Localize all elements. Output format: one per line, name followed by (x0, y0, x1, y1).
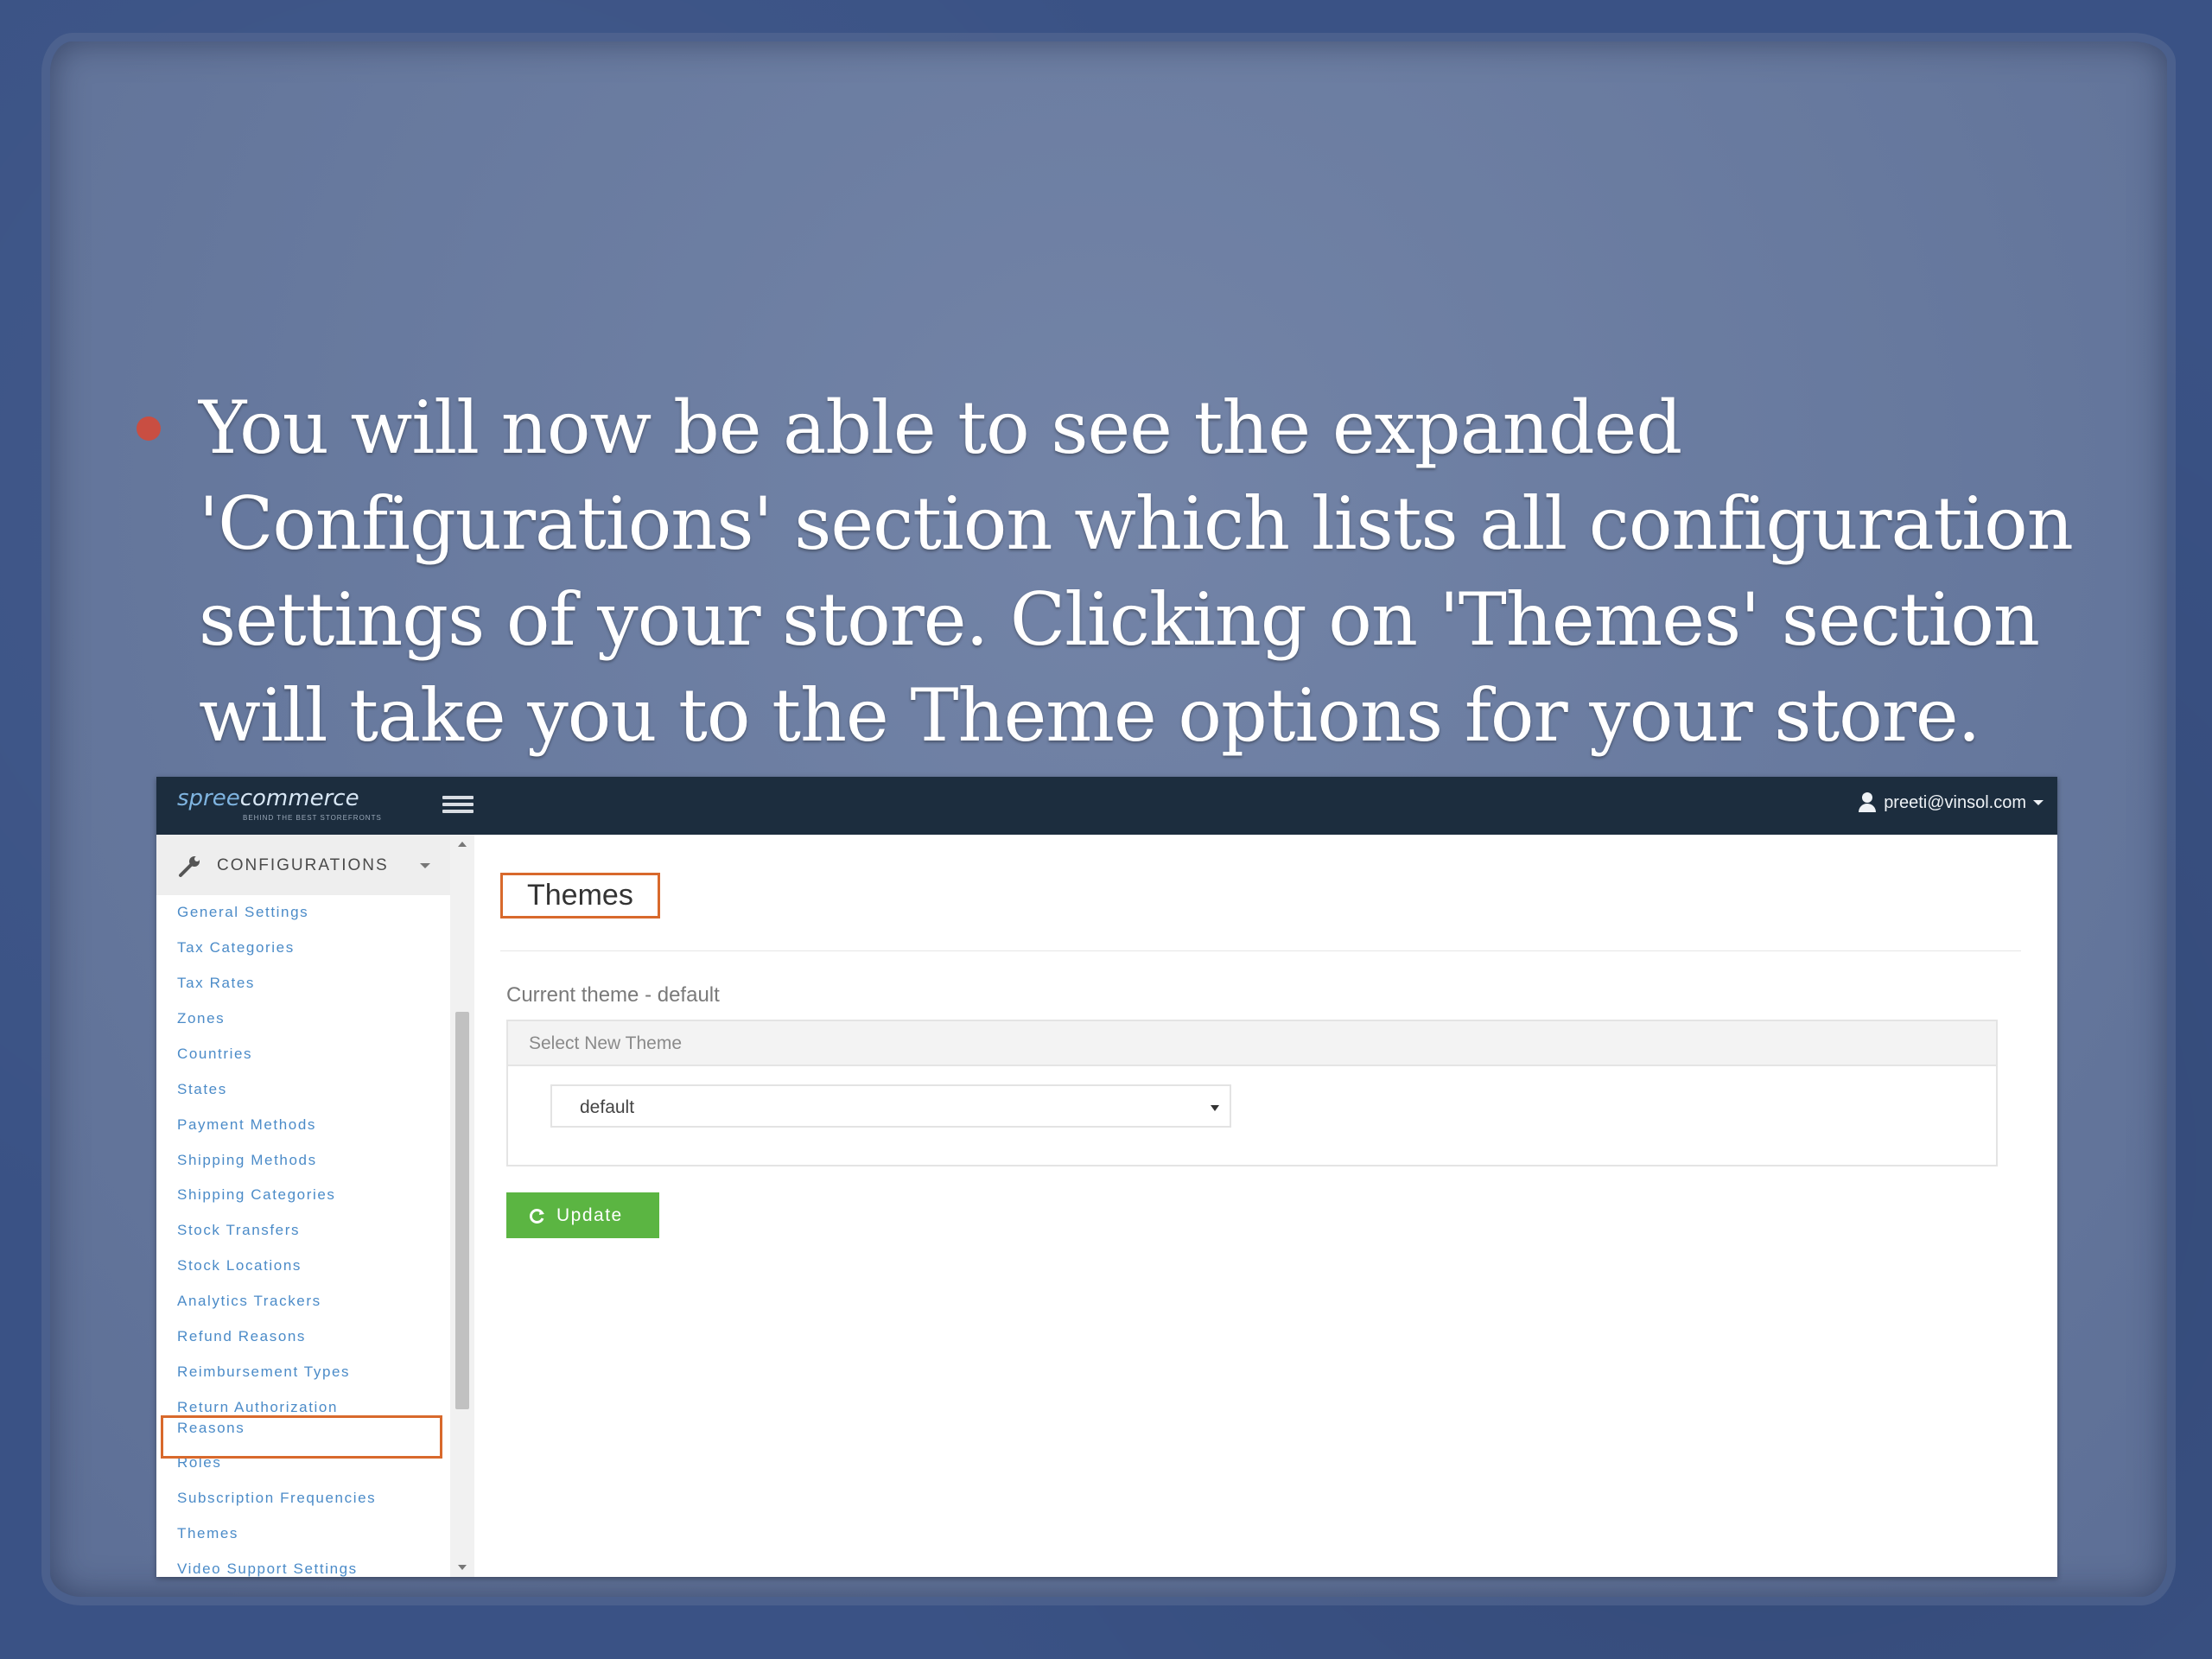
sidebar-scrollbar[interactable] (450, 835, 474, 1577)
sidebar-item-themes[interactable]: Themes (177, 1523, 238, 1544)
scroll-thumb[interactable] (455, 1012, 469, 1409)
refresh-icon (529, 1208, 544, 1224)
sidebar-item-states[interactable]: States (177, 1079, 227, 1100)
sidebar: CONFIGURATIONS General Settings Tax Cate… (156, 835, 450, 1577)
page-title: Themes (500, 873, 660, 918)
sidebar-item-payment-methods[interactable]: Payment Methods (177, 1115, 316, 1135)
sidebar-item-stock-transfers[interactable]: Stock Transfers (177, 1220, 300, 1241)
sidebar-item-countries[interactable]: Countries (177, 1044, 252, 1065)
sidebar-item-refund-reasons[interactable]: Refund Reasons (177, 1326, 306, 1347)
update-button[interactable]: Update (506, 1192, 659, 1238)
panel-heading: Select New Theme (508, 1021, 1996, 1066)
menu-toggle-icon[interactable] (442, 792, 474, 818)
chevron-down-icon (1211, 1105, 1219, 1111)
chevron-down-icon (420, 863, 430, 868)
sidebar-item-shipping-methods[interactable]: Shipping Methods (177, 1150, 317, 1171)
current-theme-label: Current theme - default (506, 983, 720, 1007)
user-email: preeti@vinsol.com (1884, 792, 2026, 812)
sidebar-item-reimbursement-types[interactable]: Reimbursement Types (177, 1362, 350, 1382)
sidebar-item-analytics-trackers[interactable]: Analytics Trackers (177, 1291, 321, 1312)
logo-part-commerce: commerce (239, 785, 359, 811)
logo-tagline: BEHIND THE BEST STOREFRONTS (243, 814, 382, 822)
sidebar-item-stock-locations[interactable]: Stock Locations (177, 1255, 302, 1276)
spree-logo[interactable]: spreecommerce (177, 785, 359, 811)
themes-highlight-box (161, 1415, 442, 1459)
user-icon (1858, 792, 1877, 813)
theme-select-panel: Select New Theme default (506, 1020, 1998, 1166)
main-content: Themes Current theme - default Select Ne… (474, 835, 2057, 1577)
sidebar-section-title: CONFIGURATIONS (217, 856, 389, 874)
theme-select[interactable]: default (550, 1084, 1231, 1128)
sidebar-item-zones[interactable]: Zones (177, 1008, 225, 1029)
theme-select-value: default (580, 1097, 635, 1117)
sidebar-item-shipping-categories[interactable]: Shipping Categories (177, 1185, 336, 1205)
bullet-icon (137, 416, 161, 441)
top-navbar: spreecommerce BEHIND THE BEST STOREFRONT… (156, 777, 2057, 835)
title-divider (500, 950, 2021, 951)
sidebar-section-configurations[interactable]: CONFIGURATIONS (156, 835, 450, 895)
sidebar-item-subscription-frequencies[interactable]: Subscription Frequencies (177, 1488, 376, 1509)
sidebar-item-general-settings[interactable]: General Settings (177, 902, 308, 923)
sidebar-item-tax-rates[interactable]: Tax Rates (177, 973, 255, 994)
scroll-down-icon[interactable] (458, 1565, 467, 1570)
update-button-label: Update (556, 1205, 623, 1225)
sidebar-item-tax-categories[interactable]: Tax Categories (177, 938, 295, 958)
admin-screenshot: spreecommerce BEHIND THE BEST STOREFRONT… (156, 777, 2057, 1577)
sidebar-item-video-support-settings[interactable]: Video Support Settings (177, 1559, 358, 1577)
slide-bullet-text: You will now be able to see the expanded… (199, 385, 2074, 758)
scroll-up-icon[interactable] (458, 842, 467, 847)
user-menu-dropdown[interactable]: preeti@vinsol.com (1858, 792, 2044, 813)
panel-heading-label: Select New Theme (529, 1033, 683, 1053)
logo-part-spree: spree (177, 785, 240, 811)
chevron-down-icon (2033, 800, 2044, 805)
wrench-icon (179, 856, 200, 877)
